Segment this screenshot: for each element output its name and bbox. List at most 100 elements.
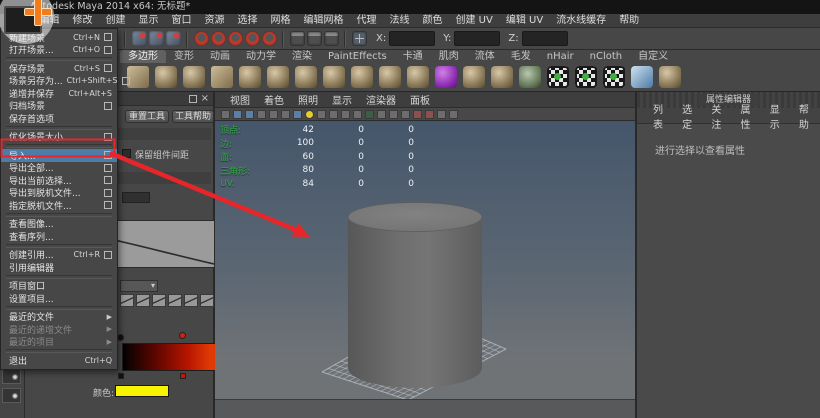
2d-pan-zoom-icon[interactable]: [281, 110, 290, 119]
group-separator[interactable]: [123, 31, 128, 47]
肌肉[interactable]: 肌肉: [431, 50, 467, 63]
file-menu-item[interactable]: 最近的文件 ▶: [1, 311, 117, 324]
自定义[interactable]: 自定义: [630, 50, 676, 63]
file-menu-item[interactable]: 保存首选项 ▶: [1, 112, 117, 125]
group-separator[interactable]: [281, 31, 286, 47]
shadows-icon[interactable]: [365, 110, 374, 119]
ramp-marker-red-icon[interactable]: [180, 373, 186, 379]
snap-to-curve-icon[interactable]: [149, 31, 164, 46]
poly-cube-icon[interactable]: [155, 66, 177, 88]
file-menu-item[interactable]: 保存场景 Ctrl+S ▶: [1, 62, 117, 75]
poly-helix-icon[interactable]: [379, 66, 401, 88]
option-box-icon[interactable]: [122, 77, 130, 85]
file-menu-item[interactable]: 打开场景... Ctrl+O ▶: [1, 44, 117, 57]
渲染[interactable]: 渲染: [284, 50, 320, 63]
创建[interactable]: 创建: [99, 14, 132, 28]
file-menu-item[interactable]: ▶: [6, 349, 112, 353]
file-menu-item[interactable]: 导出全部... ▶: [1, 162, 117, 175]
x-coordinate-input[interactable]: [389, 31, 435, 46]
file-menu-item[interactable]: ▶: [6, 244, 112, 248]
显示[interactable]: 显示: [132, 14, 165, 28]
poly-cone-icon[interactable]: [211, 66, 233, 88]
option-box-icon[interactable]: [104, 102, 112, 110]
highlight-selection-icon[interactable]: [245, 31, 260, 46]
动力学[interactable]: 动力学: [238, 50, 284, 63]
编辑 UV[interactable]: 编辑 UV: [499, 14, 549, 28]
absolute-transform-icon[interactable]: [352, 31, 367, 46]
tool-help-button[interactable]: 工具帮助: [172, 110, 214, 123]
代理[interactable]: 代理: [350, 14, 383, 28]
poly-pyramid-icon[interactable]: [323, 66, 345, 88]
sculpt-geometry-icon[interactable]: [491, 66, 513, 88]
group-separator[interactable]: [343, 31, 348, 47]
bookmark-icon[interactable]: [257, 110, 266, 119]
time-slider-area[interactable]: [215, 399, 635, 418]
视图[interactable]: 视图: [223, 92, 257, 107]
curve-preset-6-button[interactable]: [200, 294, 214, 307]
option-box-icon[interactable]: [104, 189, 112, 197]
curve-preset-3-button[interactable]: [152, 294, 166, 307]
变形[interactable]: 变形: [166, 50, 202, 63]
file-menu-item[interactable]: ▶: [6, 144, 112, 148]
camera-attributes-icon[interactable]: [245, 110, 254, 119]
编辑[interactable]: 编辑: [33, 14, 66, 28]
construction-history-icon[interactable]: [228, 31, 243, 46]
poly-pipe-icon[interactable]: [351, 66, 373, 88]
file-menu-item[interactable]: 归档场景 ▶: [1, 100, 117, 113]
毛发[interactable]: 毛发: [503, 50, 539, 63]
file-menu-item[interactable]: 项目窗口 ▶: [1, 280, 117, 293]
layout-preset-split-icon[interactable]: [2, 369, 21, 384]
显示[interactable]: 显示: [325, 92, 359, 107]
option-box-icon[interactable]: [104, 176, 112, 184]
option-box-icon[interactable]: [104, 133, 112, 141]
网格[interactable]: 网格: [264, 14, 297, 28]
file-menu-item[interactable]: 创建引用... Ctrl+R ▶: [1, 249, 117, 262]
image-plane-icon[interactable]: [269, 110, 278, 119]
file-menu-item[interactable]: ▶: [6, 126, 112, 130]
snap-to-point-icon[interactable]: [166, 31, 181, 46]
法线[interactable]: 法线: [383, 14, 416, 28]
PaintEffects[interactable]: PaintEffects: [320, 50, 395, 63]
uv-grid-icon[interactable]: [659, 66, 681, 88]
render-current-frame-icon[interactable]: [290, 31, 305, 46]
流体[interactable]: 流体: [467, 50, 503, 63]
option-box-icon[interactable]: [104, 164, 112, 172]
option-box-icon[interactable]: [104, 201, 112, 209]
file-menu-item[interactable]: 场景另存为... Ctrl+Shift+S ▶: [1, 75, 117, 88]
option-box-icon[interactable]: [104, 251, 112, 259]
选定[interactable]: 选定: [674, 101, 703, 131]
资源[interactable]: 资源: [198, 14, 231, 28]
grease-pencil-icon[interactable]: [293, 110, 302, 119]
screen-space-ao-icon[interactable]: [377, 110, 386, 119]
关注[interactable]: 关注: [703, 101, 732, 131]
xray-joints-icon[interactable]: [437, 110, 446, 119]
curve-preset-5-button[interactable]: [184, 294, 198, 307]
layout-preset-four-view-icon[interactable]: [2, 388, 21, 403]
multisample-icon[interactable]: [401, 110, 410, 119]
nCloth[interactable]: nCloth: [582, 50, 630, 63]
file-menu-item[interactable]: 导出到脱机文件... ▶: [1, 187, 117, 200]
file-menu-item[interactable]: ▶: [6, 213, 112, 217]
option-box-icon[interactable]: [104, 151, 112, 159]
poly-prism-icon[interactable]: [295, 66, 317, 88]
照明[interactable]: 照明: [291, 92, 325, 107]
output-connections-icon[interactable]: [211, 31, 226, 46]
polygon-magic-cube-icon[interactable]: [463, 66, 485, 88]
poly-soccerball-icon[interactable]: [407, 66, 429, 88]
falloff-radius-field[interactable]: [122, 192, 150, 203]
lock-camera-icon[interactable]: [233, 110, 242, 119]
curve-preset-dropdown[interactable]: ▾: [120, 280, 158, 292]
curve-preset-4-button[interactable]: [168, 294, 182, 307]
file-menu-item[interactable]: 设置项目... ▶: [1, 292, 117, 305]
file-menu-item[interactable]: 指定脱机文件... ▶: [1, 199, 117, 212]
group-separator[interactable]: [185, 31, 190, 47]
file-menu-item[interactable]: 查看图像... ▶: [1, 218, 117, 231]
reset-tool-button[interactable]: 重置工具: [125, 110, 169, 123]
curve-preset-1-button[interactable]: [120, 294, 134, 307]
面板[interactable]: 面板: [403, 92, 437, 107]
object-xray-icon[interactable]: [262, 31, 277, 46]
falloff-color-ramp[interactable]: [122, 343, 216, 371]
xray-icon[interactable]: [425, 110, 434, 119]
选择[interactable]: 选择: [231, 14, 264, 28]
file-menu-item[interactable]: 最近的项目 ▶: [1, 336, 117, 349]
